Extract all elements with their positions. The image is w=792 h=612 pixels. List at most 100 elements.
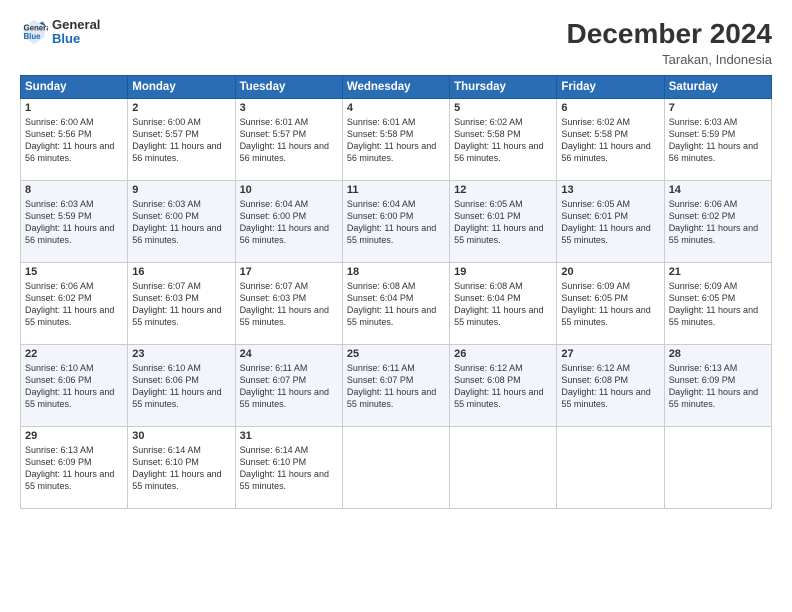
weekday-header-wednesday: Wednesday	[342, 76, 449, 99]
calendar-cell: 9Sunrise: 6:03 AMSunset: 6:00 PMDaylight…	[128, 181, 235, 263]
cell-info: Sunrise: 6:10 AMSunset: 6:06 PMDaylight:…	[132, 362, 230, 411]
location: Tarakan, Indonesia	[567, 52, 772, 67]
calendar-cell: 2 Sunrise: 6:00 AMSunset: 5:57 PMDaylight…	[128, 99, 235, 181]
calendar-cell: 21 Sunrise: 6:09 AMSunset: 6:05 PMDayligh…	[664, 263, 771, 345]
weekday-header-sunday: Sunday	[21, 76, 128, 99]
calendar-cell: 12Sunrise: 6:05 AMSunset: 6:01 PMDayligh…	[450, 181, 557, 263]
cell-info: Sunrise: 6:05 AMSunset: 6:01 PMDaylight:…	[454, 198, 552, 247]
cell-info: Sunrise: 6:00 AMSunset: 5:57 PMDaylight:…	[132, 116, 230, 165]
title-block: December 2024 Tarakan, Indonesia	[567, 18, 772, 67]
day-number: 25	[347, 348, 445, 360]
day-number: 1	[25, 102, 123, 114]
day-number: 10	[240, 184, 338, 196]
calendar-cell: 15Sunrise: 6:06 AMSunset: 6:02 PMDayligh…	[21, 263, 128, 345]
day-number: 28	[669, 348, 767, 360]
day-number: 21	[669, 266, 767, 278]
calendar-week-1: 1 Sunrise: 6:00 AMSunset: 5:56 PMDaylight…	[21, 99, 772, 181]
day-number: 27	[561, 348, 659, 360]
cell-info: Sunrise: 6:01 AMSunset: 5:58 PMDaylight:…	[347, 116, 445, 165]
calendar-cell: 31 Sunrise: 6:14 AMSunset: 6:10 PMDayligh…	[235, 427, 342, 509]
calendar: SundayMondayTuesdayWednesdayThursdayFrid…	[20, 75, 772, 509]
day-number: 17	[240, 266, 338, 278]
calendar-cell: 20 Sunrise: 6:09 AMSunset: 6:05 PMDayligh…	[557, 263, 664, 345]
calendar-cell: 16 Sunrise: 6:07 AMSunset: 6:03 PMDayligh…	[128, 263, 235, 345]
cell-info: Sunrise: 6:06 AMSunset: 6:02 PMDaylight:…	[669, 198, 767, 247]
calendar-cell	[557, 427, 664, 509]
calendar-week-3: 15Sunrise: 6:06 AMSunset: 6:02 PMDayligh…	[21, 263, 772, 345]
calendar-cell: 30Sunrise: 6:14 AMSunset: 6:10 PMDayligh…	[128, 427, 235, 509]
cell-info: Sunrise: 6:03 AMSunset: 5:59 PMDaylight:…	[669, 116, 767, 165]
calendar-cell: 14Sunrise: 6:06 AMSunset: 6:02 PMDayligh…	[664, 181, 771, 263]
day-number: 22	[25, 348, 123, 360]
calendar-cell	[664, 427, 771, 509]
calendar-cell: 10 Sunrise: 6:04 AMSunset: 6:00 PMDayligh…	[235, 181, 342, 263]
calendar-cell: 23 Sunrise: 6:10 AMSunset: 6:06 PMDayligh…	[128, 345, 235, 427]
calendar-cell: 29 Sunrise: 6:13 AMSunset: 6:09 PMDayligh…	[21, 427, 128, 509]
calendar-cell: 11 Sunrise: 6:04 AMSunset: 6:00 PMDayligh…	[342, 181, 449, 263]
cell-info: Sunrise: 6:04 AMSunset: 6:00 PMDaylight:…	[347, 198, 445, 247]
cell-info: Sunrise: 6:07 AMSunset: 6:03 PMDaylight:…	[240, 280, 338, 329]
cell-info: Sunrise: 6:02 AMSunset: 5:58 PMDaylight:…	[454, 116, 552, 165]
weekday-header-thursday: Thursday	[450, 76, 557, 99]
cell-info: Sunrise: 6:12 AMSunset: 6:08 PMDaylight:…	[561, 362, 659, 411]
cell-info: Sunrise: 6:14 AMSunset: 6:10 PMDaylight:…	[240, 444, 338, 493]
calendar-cell: 1 Sunrise: 6:00 AMSunset: 5:56 PMDaylight…	[21, 99, 128, 181]
day-number: 20	[561, 266, 659, 278]
day-number: 19	[454, 266, 552, 278]
calendar-week-2: 8Sunrise: 6:03 AMSunset: 5:59 PMDaylight…	[21, 181, 772, 263]
day-number: 23	[132, 348, 230, 360]
cell-info: Sunrise: 6:03 AMSunset: 6:00 PMDaylight:…	[132, 198, 230, 247]
calendar-cell: 22 Sunrise: 6:10 AMSunset: 6:06 PMDayligh…	[21, 345, 128, 427]
logo-blue: Blue	[52, 32, 100, 46]
calendar-cell: 24Sunrise: 6:11 AMSunset: 6:07 PMDayligh…	[235, 345, 342, 427]
svg-text:Blue: Blue	[24, 32, 42, 41]
weekday-header-monday: Monday	[128, 76, 235, 99]
calendar-week-5: 29 Sunrise: 6:13 AMSunset: 6:09 PMDayligh…	[21, 427, 772, 509]
cell-info: Sunrise: 6:07 AMSunset: 6:03 PMDaylight:…	[132, 280, 230, 329]
weekday-header-saturday: Saturday	[664, 76, 771, 99]
cell-info: Sunrise: 6:03 AMSunset: 5:59 PMDaylight:…	[25, 198, 123, 247]
day-number: 16	[132, 266, 230, 278]
day-number: 29	[25, 430, 123, 442]
cell-info: Sunrise: 6:08 AMSunset: 6:04 PMDaylight:…	[454, 280, 552, 329]
logo-icon: General Blue	[20, 18, 48, 46]
day-number: 30	[132, 430, 230, 442]
cell-info: Sunrise: 6:02 AMSunset: 5:58 PMDaylight:…	[561, 116, 659, 165]
day-number: 26	[454, 348, 552, 360]
cell-info: Sunrise: 6:00 AMSunset: 5:56 PMDaylight:…	[25, 116, 123, 165]
cell-info: Sunrise: 6:05 AMSunset: 6:01 PMDaylight:…	[561, 198, 659, 247]
calendar-cell	[342, 427, 449, 509]
cell-info: Sunrise: 6:06 AMSunset: 6:02 PMDaylight:…	[25, 280, 123, 329]
day-number: 7	[669, 102, 767, 114]
cell-info: Sunrise: 6:11 AMSunset: 6:07 PMDaylight:…	[240, 362, 338, 411]
day-number: 18	[347, 266, 445, 278]
calendar-cell: 27 Sunrise: 6:12 AMSunset: 6:08 PMDayligh…	[557, 345, 664, 427]
weekday-header-friday: Friday	[557, 76, 664, 99]
day-number: 2	[132, 102, 230, 114]
day-number: 3	[240, 102, 338, 114]
day-number: 6	[561, 102, 659, 114]
cell-info: Sunrise: 6:08 AMSunset: 6:04 PMDaylight:…	[347, 280, 445, 329]
calendar-cell	[450, 427, 557, 509]
weekday-header-tuesday: Tuesday	[235, 76, 342, 99]
calendar-cell: 25Sunrise: 6:11 AMSunset: 6:07 PMDayligh…	[342, 345, 449, 427]
calendar-cell: 8Sunrise: 6:03 AMSunset: 5:59 PMDaylight…	[21, 181, 128, 263]
day-number: 11	[347, 184, 445, 196]
calendar-cell: 19 Sunrise: 6:08 AMSunset: 6:04 PMDayligh…	[450, 263, 557, 345]
calendar-cell: 28Sunrise: 6:13 AMSunset: 6:09 PMDayligh…	[664, 345, 771, 427]
cell-info: Sunrise: 6:13 AMSunset: 6:09 PMDaylight:…	[25, 444, 123, 493]
day-number: 5	[454, 102, 552, 114]
logo: General Blue General Blue	[20, 18, 100, 47]
calendar-cell: 7 Sunrise: 6:03 AMSunset: 5:59 PMDaylight…	[664, 99, 771, 181]
calendar-cell: 3Sunrise: 6:01 AMSunset: 5:57 PMDaylight…	[235, 99, 342, 181]
day-number: 13	[561, 184, 659, 196]
calendar-cell: 6 Sunrise: 6:02 AMSunset: 5:58 PMDaylight…	[557, 99, 664, 181]
calendar-cell: 26Sunrise: 6:12 AMSunset: 6:08 PMDayligh…	[450, 345, 557, 427]
cell-info: Sunrise: 6:09 AMSunset: 6:05 PMDaylight:…	[561, 280, 659, 329]
cell-info: Sunrise: 6:10 AMSunset: 6:06 PMDaylight:…	[25, 362, 123, 411]
calendar-cell: 17 Sunrise: 6:07 AMSunset: 6:03 PMDayligh…	[235, 263, 342, 345]
cell-info: Sunrise: 6:04 AMSunset: 6:00 PMDaylight:…	[240, 198, 338, 247]
day-number: 31	[240, 430, 338, 442]
cell-info: Sunrise: 6:09 AMSunset: 6:05 PMDaylight:…	[669, 280, 767, 329]
month-year: December 2024	[567, 18, 772, 50]
